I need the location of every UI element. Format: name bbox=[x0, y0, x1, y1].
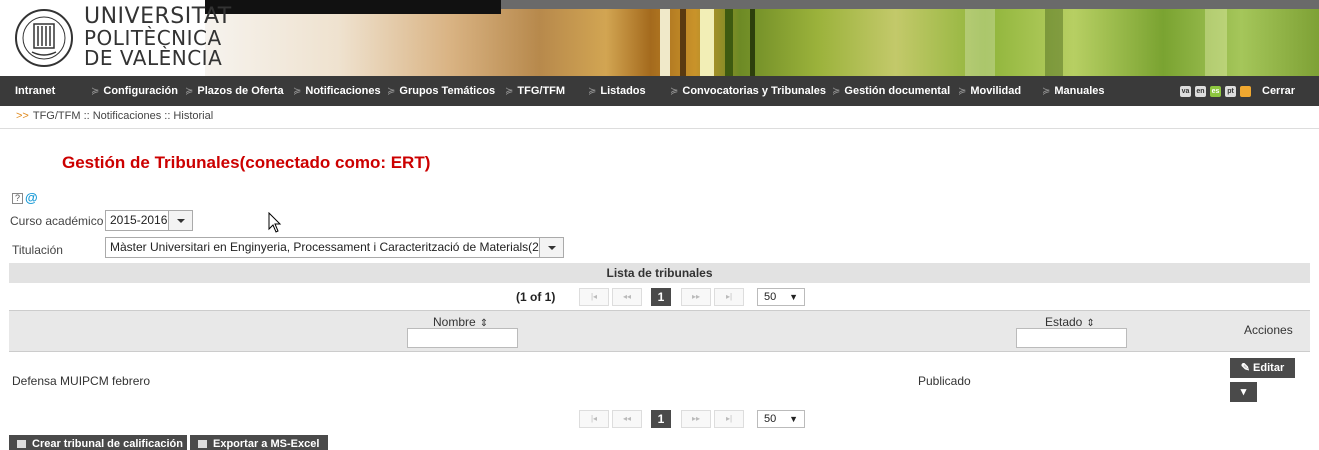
add-document-icon bbox=[17, 440, 26, 448]
chevron-down-icon[interactable] bbox=[168, 211, 192, 230]
edit-button[interactable]: ✎ Editar bbox=[1230, 358, 1295, 378]
first-page-button[interactable]: |◂ bbox=[579, 410, 609, 428]
dropdown-arrow-icon: ▼ bbox=[789, 414, 798, 424]
export-excel-button[interactable]: Exportar a MS-Excel bbox=[190, 435, 328, 450]
rows-per-page-select[interactable]: 50 ▼ bbox=[757, 410, 805, 428]
curso-academico-select[interactable]: 2015-2016 bbox=[105, 210, 193, 231]
table-caption: Lista de tribunales bbox=[9, 263, 1310, 283]
chevron-down-icon[interactable] bbox=[539, 238, 563, 257]
last-page-button[interactable]: ▸| bbox=[714, 288, 744, 306]
last-page-button[interactable]: ▸| bbox=[714, 410, 744, 428]
table-header: Nombre ⇕ Estado ⇕ Acciones bbox=[9, 311, 1310, 352]
chevron-down-icon: ≽ bbox=[588, 86, 597, 97]
menu-item-tfg-tfm[interactable]: ≽ TFG/TFM bbox=[505, 76, 565, 106]
curso-academico-label: Curso académico bbox=[10, 214, 104, 228]
chevron-down-icon: ≽ bbox=[832, 86, 841, 97]
column-acciones: Acciones bbox=[1244, 323, 1293, 337]
page-1-button[interactable]: 1 bbox=[651, 288, 671, 306]
create-tribunal-button[interactable]: Crear tribunal de calificación bbox=[9, 435, 187, 450]
next-page-button[interactable]: ▸▸ bbox=[681, 288, 711, 306]
menu-item-convocatorias-y-tribunales[interactable]: ≽ Convocatorias y Tribunales bbox=[670, 76, 826, 106]
main-menu-bar: Intranet ≽ Configuración ≽ Plazos de Ofert… bbox=[0, 76, 1319, 128]
breadcrumb: >> TFG/TFM :: Notificaciones :: Historial bbox=[16, 110, 213, 122]
logo-line2: POLITÈCNICA bbox=[84, 26, 222, 50]
chevron-down-icon: ≽ bbox=[91, 86, 100, 97]
chevron-down-icon: ≽ bbox=[505, 86, 514, 97]
university-logo-text: UNIVERSITAT POLITÈCNICA DE VALÈNCIA bbox=[84, 5, 232, 68]
previous-page-button[interactable]: ◂◂ bbox=[612, 288, 642, 306]
breadcrumb-arrow-icon: >> bbox=[16, 110, 29, 122]
row-nombre: Defensa MUIPCM febrero bbox=[12, 374, 151, 388]
banner-top-bar-grey bbox=[501, 0, 1319, 9]
chevron-down-icon: ≽ bbox=[1042, 86, 1051, 97]
estado-filter-input[interactable] bbox=[1016, 328, 1127, 348]
pencil-icon: ✎ bbox=[1240, 362, 1254, 374]
page-title: Gestión de Tribunales(conectado como: ER… bbox=[62, 153, 431, 172]
language-es-icon[interactable]: es bbox=[1210, 86, 1221, 97]
menu-item-gestion-documental[interactable]: ≽ Gestión documental bbox=[832, 76, 950, 106]
language-pt-icon[interactable]: pt bbox=[1225, 86, 1236, 97]
chevron-down-icon: ≽ bbox=[185, 86, 194, 97]
lock-icon[interactable] bbox=[1240, 86, 1251, 97]
spreadsheet-icon bbox=[198, 440, 207, 448]
logo-line3: DE VALÈNCIA bbox=[84, 46, 223, 70]
titulacion-select[interactable]: Màster Universitari en Enginyeria, Proce… bbox=[105, 237, 564, 258]
page-1-button[interactable]: 1 bbox=[651, 410, 671, 428]
paginator-top: (1 of 1) |◂ ◂◂ 1 ▸▸ ▸| 50 ▼ bbox=[9, 286, 1310, 310]
paginator-current: (1 of 1) bbox=[516, 290, 556, 304]
chevron-down-icon: ≽ bbox=[670, 86, 679, 97]
more-actions-button[interactable]: ▾ bbox=[1230, 382, 1257, 402]
menu-item-grupos-tematicos[interactable]: ≽ Grupos Temáticos bbox=[387, 76, 495, 106]
breadcrumb-divider bbox=[0, 128, 1319, 129]
menu-item-notificaciones[interactable]: ≽ Notificaciones bbox=[293, 76, 381, 106]
rows-per-page-select[interactable]: 50 ▼ bbox=[757, 288, 805, 306]
menu-item-plazos-de-oferta[interactable]: ≽ Plazos de Oferta bbox=[185, 76, 284, 106]
menu-item-manuales[interactable]: ≽ Manuales bbox=[1042, 76, 1105, 106]
university-seal-icon bbox=[15, 9, 73, 67]
logo-line1: UNIVERSITAT bbox=[84, 4, 232, 29]
menu-item-listados[interactable]: ≽ Listados bbox=[588, 76, 646, 106]
column-nombre[interactable]: Nombre ⇕ bbox=[433, 315, 488, 329]
chevron-down-icon: ≽ bbox=[293, 86, 302, 97]
chevron-down-icon: ▾ bbox=[1240, 386, 1247, 398]
menu-item-intranet[interactable]: Intranet bbox=[15, 76, 55, 106]
chevron-down-icon: ≽ bbox=[958, 86, 967, 97]
breadcrumb-text[interactable]: TFG/TFM :: Notificaciones :: Historial bbox=[33, 110, 213, 122]
next-page-button[interactable]: ▸▸ bbox=[681, 410, 711, 428]
language-en-icon[interactable]: en bbox=[1195, 86, 1206, 97]
header-banner: UNIVERSITAT POLITÈCNICA DE VALÈNCIA bbox=[0, 0, 1319, 76]
column-estado[interactable]: Estado ⇕ bbox=[1045, 315, 1095, 329]
menu-item-configuracion[interactable]: ≽ Configuración bbox=[91, 76, 178, 106]
help-icon[interactable]: ? bbox=[12, 193, 23, 204]
row-estado: Publicado bbox=[918, 374, 971, 388]
banner-top-bar bbox=[205, 0, 501, 14]
email-icon[interactable]: @ bbox=[25, 190, 38, 205]
chevron-down-icon: ≽ bbox=[387, 86, 396, 97]
nombre-filter-input[interactable] bbox=[407, 328, 518, 348]
language-va-icon[interactable]: va bbox=[1180, 86, 1191, 97]
mouse-cursor-icon bbox=[268, 212, 282, 233]
titulacion-label: Titulación bbox=[12, 243, 63, 257]
menu-item-movilidad[interactable]: ≽ Movilidad bbox=[958, 76, 1021, 106]
paginator-bottom: |◂ ◂◂ 1 ▸▸ ▸| 50 ▼ bbox=[9, 408, 1310, 432]
previous-page-button[interactable]: ◂◂ bbox=[612, 410, 642, 428]
dropdown-arrow-icon: ▼ bbox=[789, 292, 798, 302]
first-page-button[interactable]: |◂ bbox=[579, 288, 609, 306]
